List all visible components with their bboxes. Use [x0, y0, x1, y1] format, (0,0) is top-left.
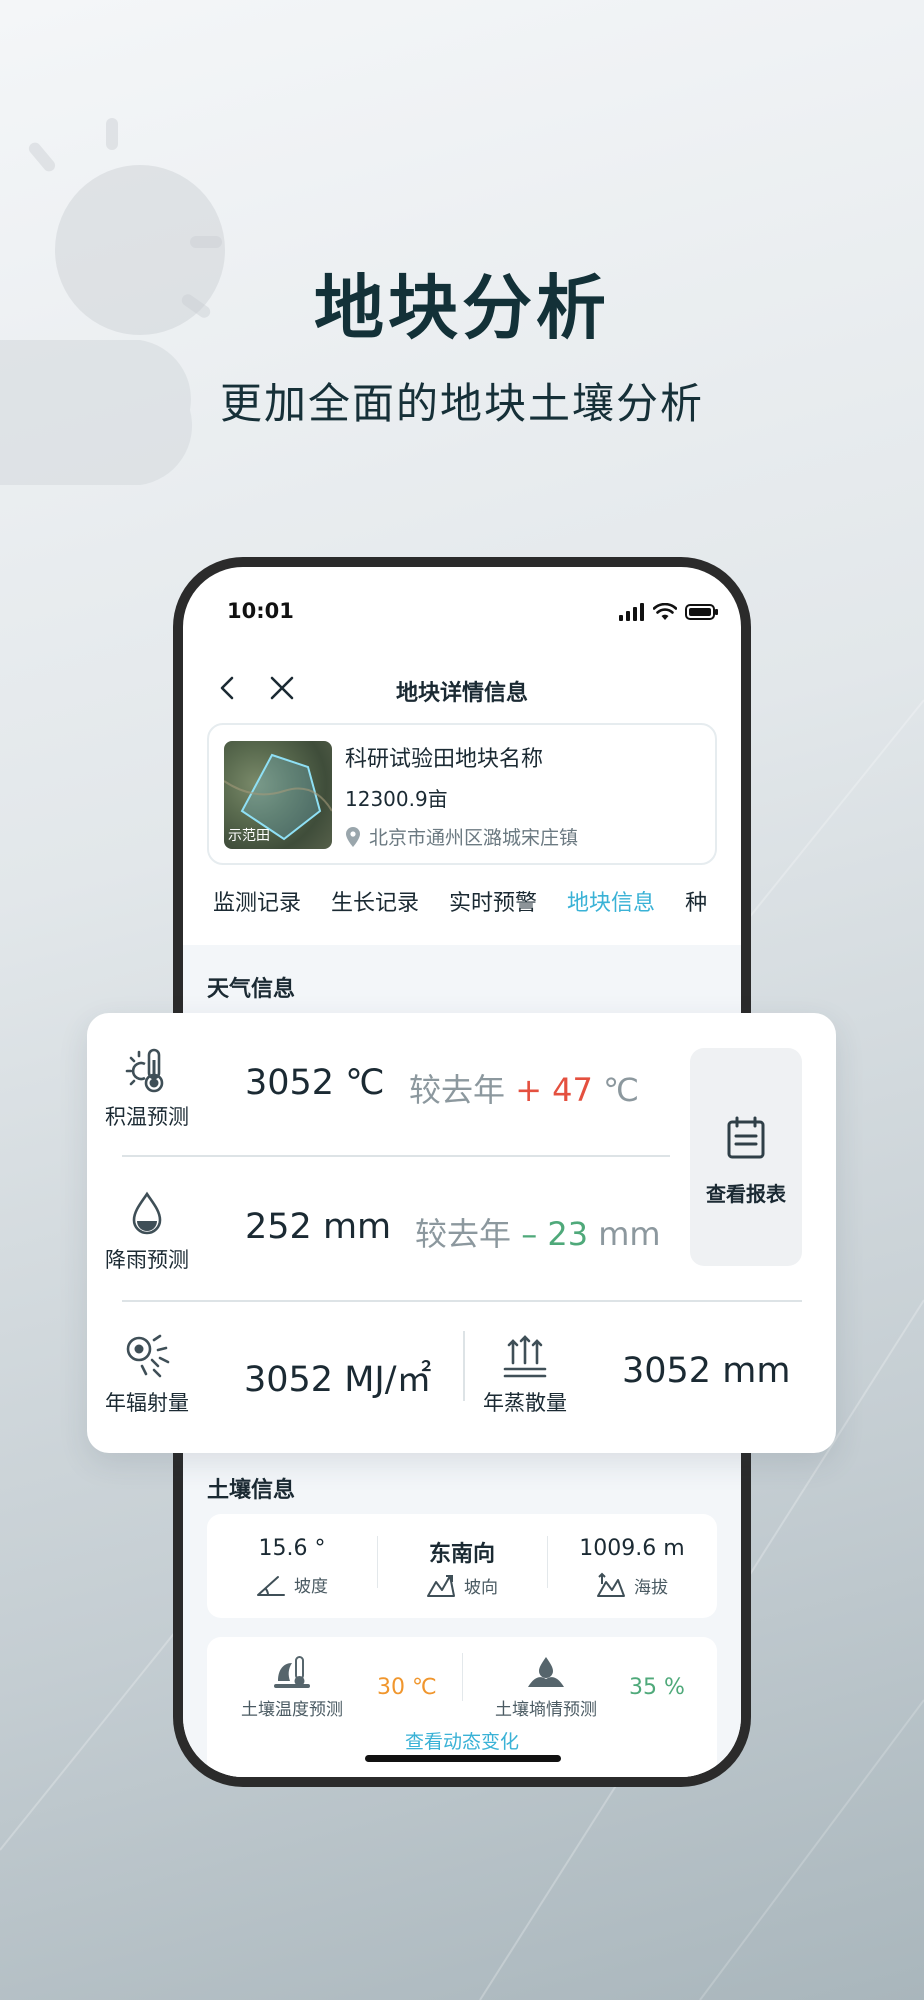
page-title: 地块详情信息 [395, 681, 528, 706]
radiation-value: 3052 MJ/㎡ [244, 1351, 432, 1402]
soil-terrain-card: 15.6 ° 坡度 东南向 坡向 1009.6 m 海拔 [207, 1514, 717, 1618]
tab-planting[interactable]: 种 [685, 885, 707, 945]
tab-growth-records[interactable]: 生长记录 [331, 885, 419, 945]
plot-area: 12300.9亩 [345, 787, 448, 811]
soil-temp-value: 30 ℃ [377, 1675, 437, 1700]
soil-moisture-label: 土壤墒情预测 [495, 1700, 597, 1720]
soil-temperature-icon [274, 1656, 310, 1688]
accum-temp-unit: ℃ [345, 1063, 385, 1103]
view-report-label: 查看报表 [706, 1182, 786, 1206]
divider [462, 1653, 463, 1701]
radiation-label: 年辐射量 [105, 1391, 189, 1415]
hero-subtitle: 更加全面的地块土壤分析 [219, 379, 704, 428]
rain-value: 252 mm [245, 1207, 391, 1247]
status-time: 10:01 [227, 599, 294, 623]
evaporation-icon [503, 1335, 547, 1378]
aspect-value: 东南向 [428, 1542, 495, 1567]
battery-icon [685, 604, 718, 620]
accum-temp-delta-value: 47 [552, 1071, 593, 1109]
plot-thumb-tag: 示范田 [228, 828, 270, 844]
home-indicator[interactable] [365, 1755, 561, 1762]
aspect-icon [427, 1575, 455, 1597]
rain-compare: 较去年 – 23 mm [415, 1209, 661, 1255]
tab-realtime-alerts[interactable]: 实时预警 [449, 885, 537, 945]
rain-compare-label: 较去年 [415, 1215, 512, 1253]
soil-moisture-prediction: 土壤墒情预测 [495, 1655, 597, 1720]
slope-value: 15.6 ° [258, 1536, 326, 1561]
detail-tabs: 监测记录 生长记录 实时预警 地块信息 种 [183, 885, 741, 945]
cellular-signal-icon [619, 603, 644, 621]
plot-location: 北京市通州区潞城宋庄镇 [345, 823, 578, 850]
divider [122, 1300, 802, 1302]
evaporation-label: 年蒸散量 [483, 1391, 567, 1415]
soil-moisture-value: 35 % [629, 1675, 685, 1700]
location-pin-icon [346, 826, 360, 847]
wifi-icon [653, 603, 677, 620]
slope-stat: 15.6 ° 坡度 [207, 1514, 377, 1618]
accum-temp-value: 3052 ℃ [245, 1063, 385, 1103]
rain-label: 降雨预测 [105, 1248, 189, 1272]
accum-temp-label: 积温预测 [105, 1105, 189, 1129]
radiation-number: 3052 [244, 1360, 334, 1400]
altitude-label: 海拔 [634, 1577, 668, 1598]
accum-temp-block: 积温预测 [92, 1045, 202, 1131]
accum-temp-delta-sign: + [515, 1071, 542, 1109]
tab-monitoring-records[interactable]: 监测记录 [213, 885, 301, 945]
status-bar: 10:01 [183, 597, 741, 633]
accum-temp-delta-unit: ℃ [603, 1071, 639, 1109]
aspect-stat: 东南向 坡向 [377, 1514, 547, 1618]
rain-delta-unit: mm [598, 1215, 661, 1253]
evaporation-number: 3052 [622, 1351, 712, 1391]
status-icons [619, 603, 719, 621]
thermometer-sun-icon [125, 1048, 164, 1093]
evaporation-value: 3052 mm [622, 1351, 790, 1391]
rain-delta-value: 23 [547, 1215, 589, 1253]
tab-plot-info[interactable]: 地块信息 [567, 885, 655, 945]
accum-temp-compare-label: 较去年 [409, 1071, 506, 1109]
slope-icon [257, 1575, 285, 1596]
accum-temp-compare: 较去年 + 47 ℃ [409, 1065, 639, 1111]
plot-name: 科研试验田地块名称 [345, 747, 544, 772]
accum-temp-number: 3052 [245, 1063, 335, 1103]
nav-bar: 地块详情信息 [183, 659, 741, 719]
water-drop-icon [132, 1191, 162, 1235]
rain-unit: mm [322, 1207, 392, 1247]
soil-moisture-icon [528, 1657, 564, 1687]
aspect-label: 坡向 [464, 1577, 498, 1598]
solar-radiation-icon [126, 1334, 170, 1378]
radiation-block: 年辐射量 [92, 1331, 202, 1417]
altitude-icon [597, 1572, 625, 1597]
calendar-report-icon [727, 1116, 765, 1159]
soil-section-title: 土壤信息 [207, 1478, 296, 1503]
plot-summary-card[interactable]: 示范田 科研试验田地块名称 12300.9亩 北京市通州区潞城宋庄镇 [207, 723, 717, 865]
evaporation-block: 年蒸散量 [470, 1331, 580, 1417]
plot-location-text: 北京市通州区潞城宋庄镇 [369, 827, 579, 849]
soil-temp-label: 土壤温度预测 [241, 1700, 343, 1720]
divider [463, 1331, 465, 1401]
rain-number: 252 [245, 1207, 312, 1247]
view-report-button[interactable]: 查看报表 [690, 1048, 802, 1266]
hero-title: 地块分析 [314, 267, 610, 349]
slope-label: 坡度 [294, 1577, 328, 1597]
altitude-stat: 1009.6 m 海拔 [547, 1514, 717, 1618]
radiation-unit: MJ/㎡ [344, 1360, 432, 1400]
plot-satellite-thumbnail: 示范田 [224, 741, 332, 849]
weather-info-card: 积温预测 3052 ℃ 较去年 + 47 ℃ 降雨预测 252 mm 较去年 –… [87, 1013, 836, 1453]
view-dynamic-change-link[interactable]: 查看动态变化 [183, 1727, 741, 1754]
weather-section-title: 天气信息 [207, 977, 296, 1002]
altitude-value: 1009.6 m [579, 1536, 685, 1561]
divider [122, 1155, 670, 1157]
rain-delta-sign: – [521, 1215, 538, 1253]
rain-block: 降雨预测 [92, 1188, 202, 1274]
soil-temp-prediction: 土壤温度预测 [241, 1655, 343, 1720]
evaporation-unit: mm [722, 1351, 791, 1391]
